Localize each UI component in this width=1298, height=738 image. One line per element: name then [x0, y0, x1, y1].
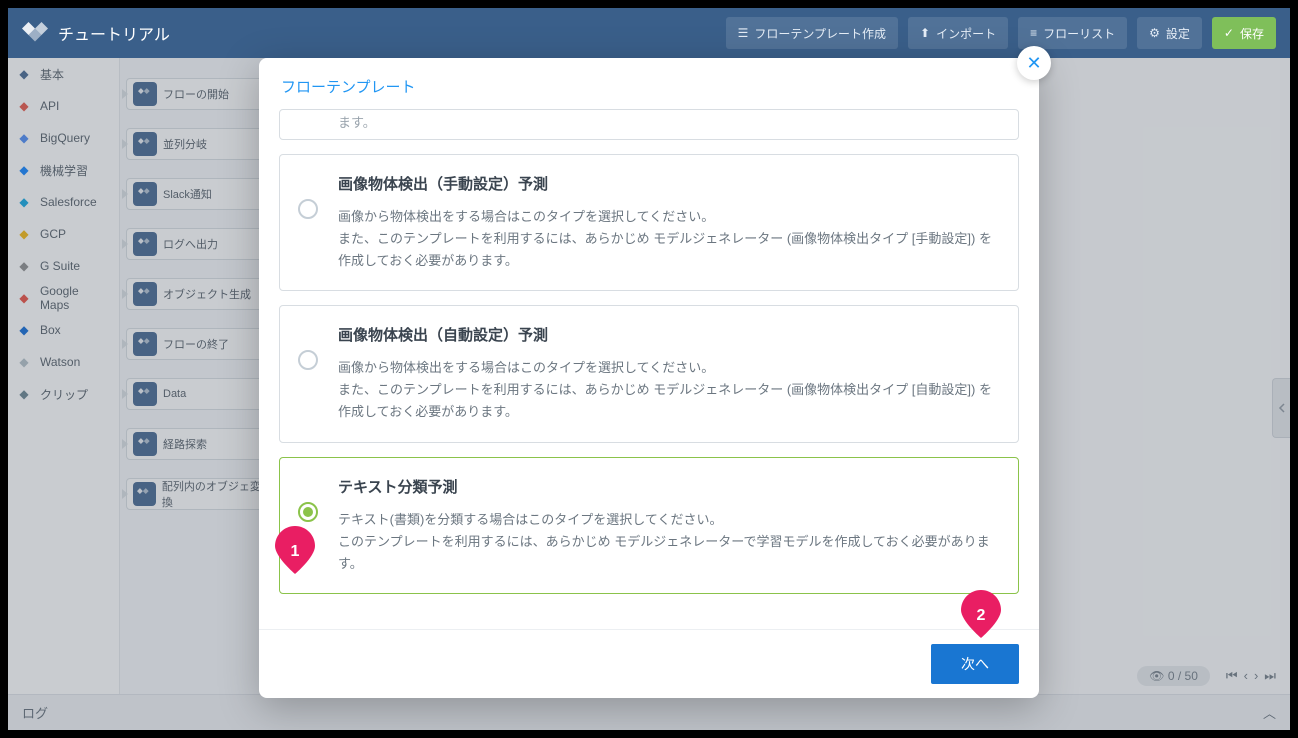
option-title: テキスト分類予測	[338, 476, 996, 497]
close-icon: ✕	[1026, 53, 1041, 74]
app-logo-icon	[22, 22, 48, 44]
option-title: 画像物体検出（自動設定）予測	[338, 324, 996, 345]
option-card-trailing[interactable]: ます。	[279, 109, 1019, 140]
option-card-0[interactable]: 画像物体検出（手動設定）予測 画像から物体検出をする場合はこのタイプを選択してく…	[279, 154, 1019, 291]
option-desc: 画像から物体検出をする場合はこのタイプを選択してください。また、このテンプレート…	[338, 357, 996, 423]
radio-icon[interactable]	[298, 350, 318, 370]
check-icon: ✓	[1224, 26, 1234, 40]
settings-label: 設定	[1166, 25, 1190, 42]
modal-title: フローテンプレート	[259, 58, 1039, 109]
list-icon: ☰	[738, 26, 749, 40]
close-button[interactable]: ✕	[1017, 46, 1051, 80]
flow-list-label: フローリスト	[1043, 25, 1115, 42]
page-title: チュートリアル	[58, 21, 716, 45]
save-button[interactable]: ✓ 保存	[1212, 17, 1276, 49]
option-desc: テキスト(書類)を分類する場合はこのタイプを選択してください。このテンプレートを…	[338, 509, 996, 575]
settings-button[interactable]: ⚙ 設定	[1137, 17, 1202, 49]
modal-footer: 次へ	[259, 629, 1039, 698]
modal: ✕ フローテンプレート ます。 画像物体検出（手動設定）予測 画像から物体検出を…	[259, 58, 1039, 698]
option-desc: 画像から物体検出をする場合はこのタイプを選択してください。また、このテンプレート…	[338, 206, 996, 272]
create-template-label: フローテンプレート作成	[754, 25, 886, 42]
upload-icon: ⬆	[920, 26, 930, 40]
radio-icon[interactable]	[298, 199, 318, 219]
radio-icon[interactable]	[298, 502, 318, 522]
flow-list-button[interactable]: ≡ フローリスト	[1018, 17, 1127, 49]
header: チュートリアル ☰ フローテンプレート作成 ⬆ インポート ≡ フローリスト ⚙…	[8, 8, 1290, 58]
option-title: 画像物体検出（手動設定）予測	[338, 173, 996, 194]
next-button[interactable]: 次へ	[931, 644, 1019, 684]
import-button[interactable]: ⬆ インポート	[908, 17, 1008, 49]
modal-overlay: ✕ フローテンプレート ます。 画像物体検出（手動設定）予測 画像から物体検出を…	[8, 58, 1290, 730]
save-label: 保存	[1240, 25, 1264, 42]
option-card-1[interactable]: 画像物体検出（自動設定）予測 画像から物体検出をする場合はこのタイプを選択してく…	[279, 305, 1019, 442]
create-template-button[interactable]: ☰ フローテンプレート作成	[726, 17, 898, 49]
option-card-2[interactable]: テキスト分類予測 テキスト(書類)を分類する場合はこのタイプを選択してください。…	[279, 457, 1019, 594]
gear-icon: ⚙	[1149, 26, 1160, 40]
list-icon: ≡	[1030, 26, 1037, 40]
import-label: インポート	[936, 25, 996, 42]
modal-body: ます。 画像物体検出（手動設定）予測 画像から物体検出をする場合はこのタイプを選…	[259, 109, 1039, 629]
